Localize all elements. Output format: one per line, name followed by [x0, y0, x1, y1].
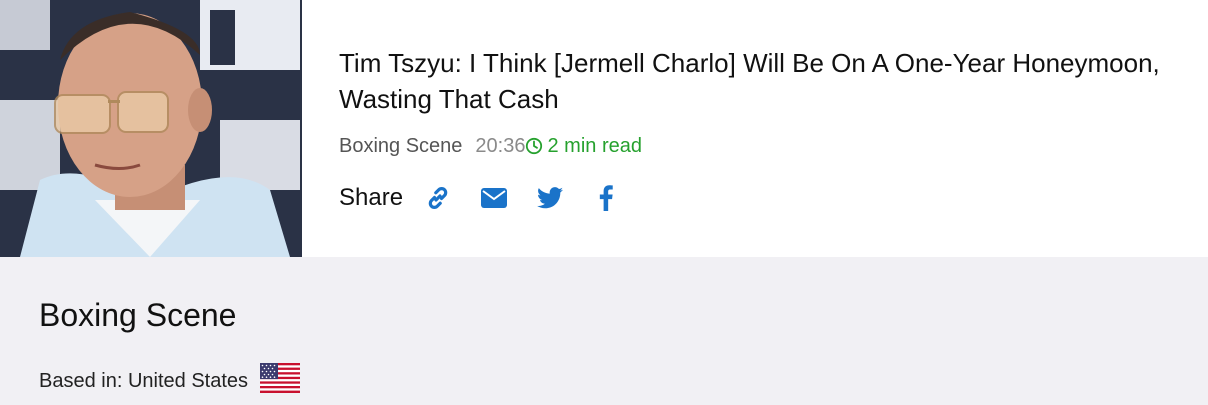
article-content: Tim Tszyu: I Think [Jermell Charlo] Will… [339, 45, 1179, 213]
clock-icon [526, 137, 543, 155]
article-meta: Boxing Scene 20:36 2 min read [339, 133, 1179, 159]
link-icon [428, 187, 448, 209]
article-card[interactable]: Tim Tszyu: I Think [Jermell Charlo] Will… [0, 0, 1208, 257]
facebook-icon [599, 185, 613, 211]
article-time: 20:36 [475, 135, 526, 157]
email-share-button[interactable] [479, 183, 509, 213]
article-thumbnail[interactable] [0, 0, 302, 257]
article-source[interactable]: Boxing Scene [339, 133, 462, 159]
article-title[interactable]: Tim Tszyu: I Think [Jermell Charlo] Will… [339, 45, 1179, 117]
read-time-label: 2 min read [547, 135, 642, 157]
based-in-label: Based in: United States [39, 369, 249, 392]
twitter-share-button[interactable] [535, 183, 565, 213]
source-name[interactable]: Boxing Scene [39, 297, 236, 334]
twitter-icon [537, 187, 564, 209]
us-flag-icon [260, 363, 301, 399]
email-icon [481, 188, 508, 208]
share-label: Share [339, 184, 404, 211]
read-time: 2 min read [525, 133, 642, 159]
facebook-share-button[interactable] [591, 183, 621, 213]
copy-link-button[interactable] [423, 183, 453, 213]
source-card: Boxing Scene Based in: United States [0, 257, 1208, 405]
source-location: Based in: United States [39, 363, 301, 399]
share-bar: Share [339, 183, 1179, 213]
thumbnail-image [0, 0, 302, 257]
